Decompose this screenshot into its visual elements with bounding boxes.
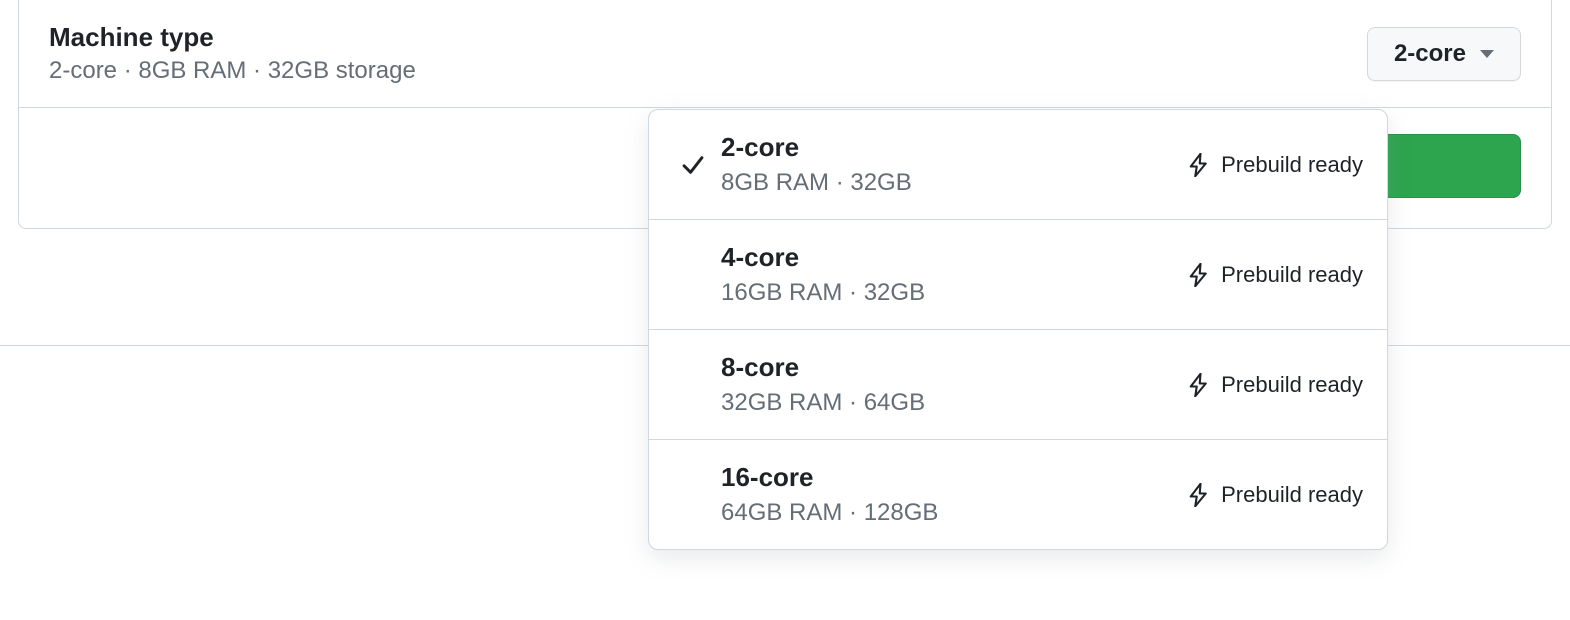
chevron-down-icon	[1480, 50, 1494, 58]
lightning-icon	[1187, 153, 1211, 177]
option-title: 2-core	[721, 132, 1187, 163]
option-subtitle: 64GB RAM · 128GB	[721, 499, 1187, 527]
lightning-icon	[1187, 373, 1211, 397]
machine-type-title: Machine type	[49, 22, 416, 53]
machine-type-select-label: 2-core	[1394, 40, 1466, 68]
machine-type-subtitle: 2-core · 8GB RAM · 32GB storage	[49, 57, 416, 85]
machine-type-option-8-core[interactable]: 8-core 32GB RAM · 64GB Prebuild ready	[649, 330, 1387, 440]
machine-type-dropdown: 2-core 8GB RAM · 32GB Prebuild ready 4-c…	[648, 109, 1388, 550]
machine-type-option-2-core[interactable]: 2-core 8GB RAM · 32GB Prebuild ready	[649, 110, 1387, 220]
machine-type-select-button[interactable]: 2-core	[1367, 27, 1521, 81]
option-subtitle: 16GB RAM · 32GB	[721, 279, 1187, 307]
lightning-icon	[1187, 263, 1211, 287]
prebuild-badge: Prebuild ready	[1187, 372, 1363, 398]
prebuild-label: Prebuild ready	[1221, 482, 1363, 508]
option-subtitle: 32GB RAM · 64GB	[721, 389, 1187, 417]
prebuild-badge: Prebuild ready	[1187, 152, 1363, 178]
machine-type-row: Machine type 2-core · 8GB RAM · 32GB sto…	[19, 0, 1551, 108]
prebuild-label: Prebuild ready	[1221, 262, 1363, 288]
option-title: 16-core	[721, 462, 1187, 493]
machine-type-option-4-core[interactable]: 4-core 16GB RAM · 32GB Prebuild ready	[649, 220, 1387, 330]
check-icon	[665, 152, 721, 178]
prebuild-label: Prebuild ready	[1221, 152, 1363, 178]
option-title: 4-core	[721, 242, 1187, 273]
option-title: 8-core	[721, 352, 1187, 383]
machine-type-option-16-core[interactable]: 16-core 64GB RAM · 128GB Prebuild ready	[649, 440, 1387, 549]
option-subtitle: 8GB RAM · 32GB	[721, 169, 1187, 197]
prebuild-label: Prebuild ready	[1221, 372, 1363, 398]
lightning-icon	[1187, 483, 1211, 507]
prebuild-badge: Prebuild ready	[1187, 482, 1363, 508]
prebuild-badge: Prebuild ready	[1187, 262, 1363, 288]
